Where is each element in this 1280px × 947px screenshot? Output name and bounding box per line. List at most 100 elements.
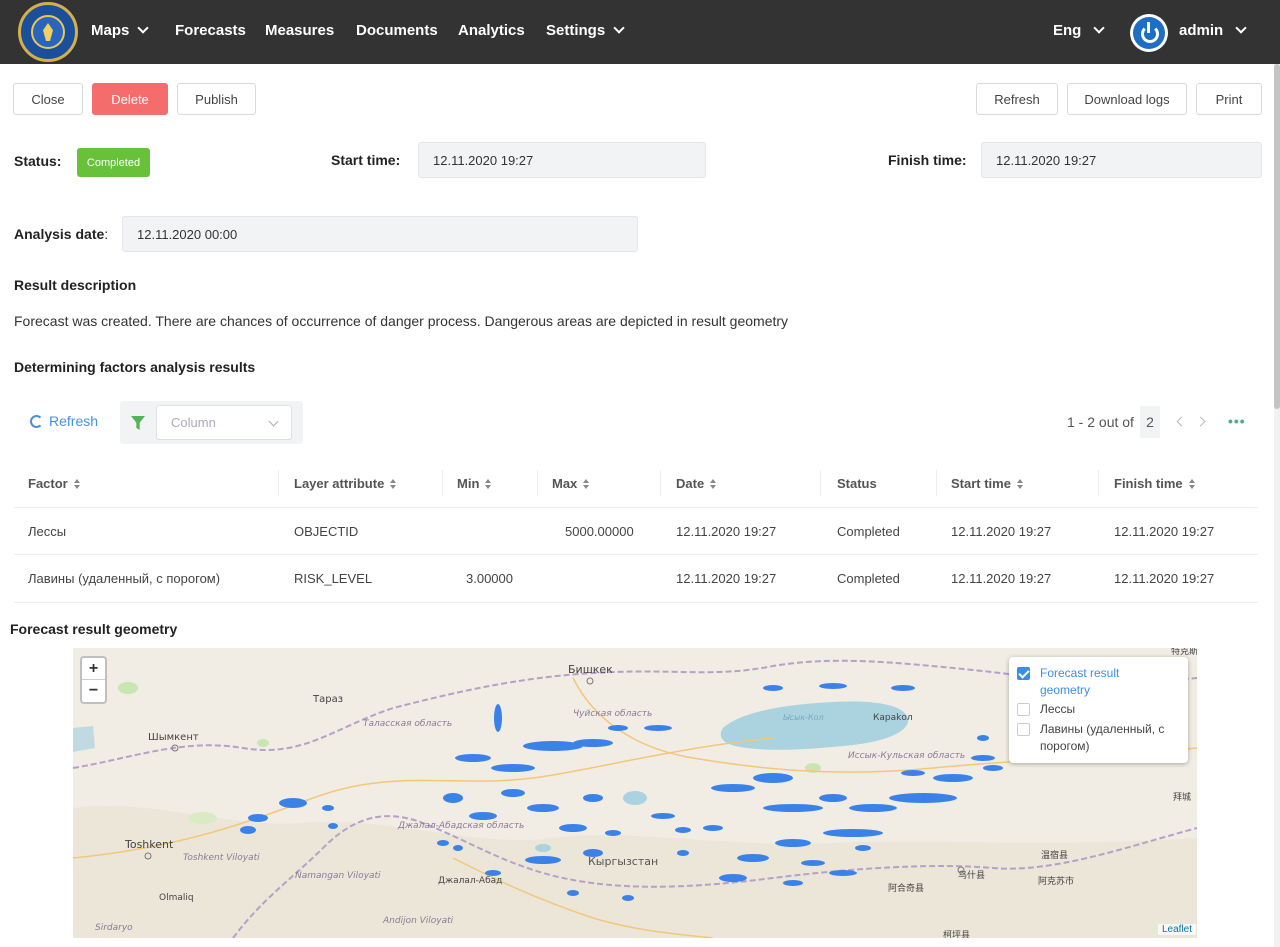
close-button[interactable]: Close [13,83,83,115]
checkbox-checked-icon[interactable] [1017,667,1030,680]
user-menu[interactable]: admin [1179,22,1247,39]
nav-maps[interactable]: Maps [91,22,150,39]
table-divider [14,602,1258,603]
sort-icon [1016,478,1023,489]
col-status-label: Status [837,476,877,491]
col-min[interactable]: Min [457,476,492,491]
map-label: Namangan Viloyati [295,871,381,881]
map-label: 柯坪县 [943,929,970,938]
column-divider [537,470,538,496]
user-name: admin [1179,22,1224,39]
table-divider [14,507,1258,508]
download-logs-button[interactable]: Download logs [1067,83,1187,115]
col-date[interactable]: Date [676,476,717,491]
map-park [189,812,217,824]
zoom-out-button[interactable]: − [82,680,105,702]
finish-time-label: Finish time: [888,152,967,168]
refresh-icon [30,414,43,428]
emblem-logo[interactable] [18,2,78,62]
nav-analytics[interactable]: Analytics [458,22,525,39]
chevron-right-icon[interactable] [1195,416,1206,427]
map-label: Таласская область [363,719,452,729]
column-divider [936,470,937,496]
map-label: Тараз [312,694,343,705]
layer-label: Лессы [1040,702,1076,716]
cell-finish: 12.11.2020 19:27 [1114,571,1215,586]
start-time-field: 12.11.2020 19:27 [418,142,706,178]
chevron-down-icon [268,416,279,427]
publish-button[interactable]: Publish [177,83,256,115]
scrollbar-thumb[interactable] [1274,64,1280,409]
col-max[interactable]: Max [552,476,590,491]
col-layer-attribute[interactable]: Layer attribute [294,476,397,491]
cell-finish: 12.11.2020 19:27 [1114,524,1215,539]
pager-total: 2 [1140,406,1160,438]
map-park [257,739,269,747]
sort-icon [583,478,590,489]
map-label: Караkол [873,713,913,723]
map-water [73,726,95,752]
col-finish-time[interactable]: Finish time [1114,476,1195,491]
col-layer-attribute-label: Layer attribute [294,476,385,491]
refresh-button[interactable]: Refresh [976,83,1058,115]
map-label: Шымкент [148,732,199,743]
col-factor[interactable]: Factor [28,476,80,491]
nav-documents[interactable]: Documents [356,22,438,39]
col-finish-time-label: Finish time [1114,476,1183,491]
map-label: 乌什县 [958,869,985,881]
column-select[interactable]: Column [156,405,292,440]
column-filter: Column [120,401,303,444]
cell-max: 5000.00000 [565,524,634,539]
col-max-label: Max [552,476,578,491]
zoom-in-button[interactable]: + [82,658,105,680]
layer-loess[interactable]: Лессы [1017,701,1075,718]
delete-button[interactable]: Delete [92,83,168,115]
analysis-date-colon: : [104,226,109,242]
status-badge: Completed [77,148,150,177]
layer-label: Forecast result geometry [1040,666,1120,697]
analysis-date-label-text: Analysis date [14,226,105,242]
column-divider [1098,470,1099,496]
table-refresh-button[interactable]: Refresh [30,413,98,429]
language-selector[interactable]: Eng [1053,22,1106,39]
chevron-down-icon [613,22,625,34]
print-button[interactable]: Print [1196,83,1262,115]
checkbox-icon[interactable] [1017,723,1030,736]
col-date-label: Date [676,476,705,491]
nav-settings[interactable]: Settings [546,22,625,39]
nav-maps-label: Maps [91,22,130,39]
cell-status: Completed [837,571,900,586]
page-scrollbar[interactable] [1274,64,1280,947]
map-lake [535,844,551,852]
user-avatar[interactable] [1130,14,1168,52]
layer-control: Forecast result geometry Лессы Лавины (у… [1009,657,1188,763]
checkbox-icon[interactable] [1017,703,1030,716]
chevron-left-icon[interactable] [1176,416,1187,427]
map-zoom-control: + − [80,656,107,704]
chevron-down-icon [137,22,150,34]
filter-icon[interactable] [131,416,145,430]
cell-attribute: RISK_LEVEL [294,571,373,586]
result-description-title: Result description [14,277,137,293]
map-label: Джалал-Абадская область [397,821,524,831]
chevron-down-icon [1093,22,1106,34]
column-divider [278,470,279,496]
nav-forecasts[interactable]: Forecasts [175,22,246,39]
map-label: Toshkent [124,838,174,851]
nav-measures[interactable]: Measures [265,22,334,39]
language-label: Eng [1053,22,1082,39]
column-divider [660,470,661,496]
layer-forecast-geometry[interactable]: Forecast result geometry [1017,665,1170,699]
more-options-icon[interactable]: ••• [1228,413,1246,429]
map-label: Иссык-Кульская область [848,751,965,761]
map-label: 温宿县 [1041,849,1068,861]
start-time-label: Start time: [331,152,401,168]
col-min-label: Min [457,476,480,491]
map-attribution[interactable]: Leaflet [1158,924,1197,935]
analysis-date-label: Analysis date: [14,226,108,242]
map-label: Джалал-Абад [438,876,502,886]
nav-settings-label: Settings [546,22,606,39]
table-refresh-label: Refresh [49,413,99,429]
col-start-time[interactable]: Start time [951,476,1023,491]
layer-avalanche[interactable]: Лавины (удаленный, с порогом) [1017,721,1180,755]
